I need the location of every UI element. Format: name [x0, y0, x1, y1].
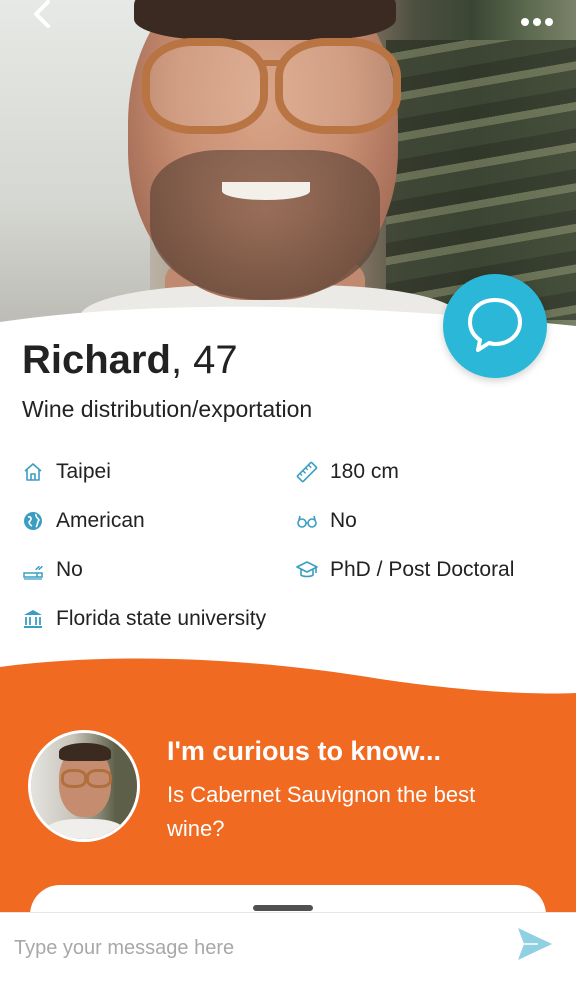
attribute-nationality: American — [22, 509, 145, 533]
globe-icon — [22, 510, 44, 532]
attribute-location: Taipei — [22, 460, 111, 484]
message-input[interactable] — [14, 933, 474, 963]
chevron-left-icon[interactable] — [28, 0, 56, 28]
glasses-icon — [296, 510, 318, 532]
profile-name: Richard — [22, 338, 171, 382]
university-icon — [22, 608, 44, 630]
photo-beard — [150, 150, 380, 300]
chat-bubble-icon — [463, 292, 527, 361]
photo-smile — [222, 182, 310, 200]
profile-name-age: Richard, 47 — [22, 338, 238, 383]
graduation-cap-icon — [296, 559, 318, 581]
attribute-glasses: No — [296, 509, 357, 533]
cigarette-icon — [22, 559, 44, 581]
question-text: Is Cabernet Sauvignon the best wine? — [167, 782, 476, 841]
more-horizontal-icon[interactable] — [520, 4, 554, 32]
attribute-smoking: No — [22, 558, 83, 582]
avatar[interactable] — [28, 730, 140, 842]
ruler-icon — [296, 461, 318, 483]
send-icon — [516, 926, 554, 967]
chat-button[interactable] — [443, 274, 547, 378]
profile-age: , 47 — [170, 338, 238, 382]
photo-glasses-left — [142, 38, 268, 134]
profile-occupation: Wine distribution/exportation — [22, 396, 313, 422]
question-title: I'm curious to know... — [167, 736, 441, 766]
home-icon — [22, 461, 44, 483]
message-bar — [0, 912, 576, 986]
attribute-education-level: PhD / Post Doctoral — [296, 558, 514, 582]
attribute-school: Florida state university — [22, 607, 266, 631]
photo-hair — [134, 0, 396, 40]
attribute-height: 180 cm — [296, 460, 399, 484]
photo-glasses-right — [275, 38, 401, 134]
reply-card-label-hint — [253, 905, 313, 911]
photo-background — [0, 0, 150, 340]
send-button[interactable] — [512, 923, 558, 969]
photo-glasses-bridge — [262, 60, 286, 66]
